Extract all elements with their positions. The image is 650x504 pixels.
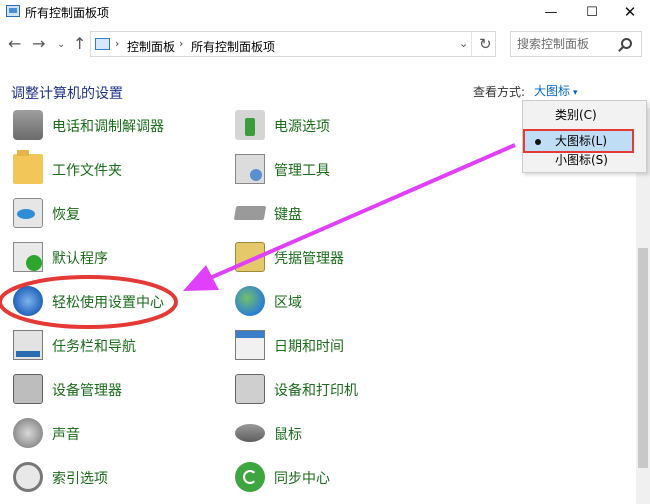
- work-folders-icon: [13, 150, 43, 184]
- recent-locations-icon[interactable]: ⌄: [57, 39, 65, 50]
- item-label[interactable]: 默认程序: [52, 248, 108, 268]
- divider: [471, 32, 472, 56]
- ease-of-access-icon: [13, 286, 43, 316]
- search-icon[interactable]: [621, 38, 632, 49]
- back-arrow-icon[interactable]: ←: [8, 34, 21, 53]
- indexing-icon: [13, 462, 43, 492]
- admin-tools-icon: [235, 154, 265, 184]
- up-arrow-icon[interactable]: ↑: [73, 34, 86, 53]
- item-label[interactable]: 工作文件夹: [52, 160, 122, 180]
- item-label[interactable]: 日期和时间: [274, 336, 344, 356]
- item-label[interactable]: 恢复: [52, 204, 80, 224]
- power-options-icon: [235, 110, 265, 140]
- device-manager-icon: [13, 374, 43, 404]
- view-by-value[interactable]: 大图标: [534, 84, 570, 98]
- annotation-arrow-head-icon: [183, 265, 219, 291]
- page-title: 调整计算机的设置: [11, 86, 123, 102]
- item-label[interactable]: 设备和打印机: [274, 380, 358, 400]
- forward-arrow-icon[interactable]: →: [32, 34, 45, 53]
- refresh-icon[interactable]: ↻: [479, 35, 492, 53]
- item-label[interactable]: 声音: [52, 424, 80, 444]
- breadcrumb-control-panel[interactable]: 控制面板: [127, 38, 175, 55]
- item-label[interactable]: 区域: [274, 292, 302, 312]
- minimize-button[interactable]: —: [529, 0, 573, 24]
- devices-printers-icon: [235, 374, 265, 404]
- taskbar-icon: [13, 330, 43, 360]
- default-programs-icon: [13, 242, 43, 272]
- scrollbar-thumb[interactable]: [638, 248, 648, 468]
- item-label[interactable]: 设备管理器: [52, 380, 122, 400]
- recovery-icon: [13, 198, 43, 228]
- item-label[interactable]: 鼠标: [274, 424, 302, 444]
- item-label[interactable]: 索引选项: [52, 468, 108, 488]
- view-by-label: 查看方式:: [473, 85, 526, 99]
- address-bar[interactable]: › 控制面板 › 所有控制面板项 ⌄ ↻: [90, 31, 496, 57]
- item-label[interactable]: 任务栏和导航: [52, 336, 136, 356]
- item-label[interactable]: 同步中心: [274, 468, 330, 488]
- window-title: 所有控制面板项: [25, 6, 110, 20]
- region-icon: [235, 286, 265, 316]
- credential-manager-icon: [235, 242, 265, 272]
- title-bar: 所有控制面板项 — ☐ ✕: [0, 0, 650, 24]
- navigation-bar: ← → ⌄ ↑ › 控制面板 › 所有控制面板项 ⌄ ↻: [0, 28, 650, 60]
- breadcrumb-separator[interactable]: ›: [179, 37, 183, 50]
- view-by-menu: 类别(C) 大图标(L) 小图标(S): [522, 100, 647, 173]
- search-input[interactable]: [517, 36, 617, 52]
- item-label[interactable]: 管理工具: [274, 160, 330, 180]
- phone-modem-icon: [13, 110, 43, 140]
- item-label[interactable]: 键盘: [274, 204, 302, 224]
- item-label[interactable]: 轻松使用设置中心: [52, 292, 164, 312]
- sound-icon: [13, 418, 43, 448]
- sync-center-icon: [235, 462, 265, 492]
- menu-item-label: 大图标(L): [555, 134, 608, 148]
- breadcrumb-all-items[interactable]: 所有控制面板项: [191, 38, 275, 55]
- close-button[interactable]: ✕: [608, 0, 650, 24]
- control-panel-icon: [6, 5, 20, 17]
- item-label[interactable]: 凭据管理器: [274, 248, 344, 268]
- chevron-down-icon[interactable]: ▾: [573, 88, 578, 98]
- search-box[interactable]: [510, 31, 642, 57]
- keyboard-icon: [233, 206, 267, 220]
- address-dropdown-icon[interactable]: ⌄: [459, 37, 468, 50]
- menu-item-small-icons[interactable]: 小图标(S): [523, 149, 646, 171]
- mouse-icon: [235, 424, 265, 442]
- view-by-dropdown[interactable]: 大图标 ▾: [530, 80, 586, 100]
- menu-item-category[interactable]: 类别(C): [523, 104, 646, 126]
- selected-bullet-icon: [535, 139, 541, 145]
- breadcrumb-separator[interactable]: ›: [115, 37, 119, 50]
- date-time-icon: [235, 330, 265, 360]
- item-label[interactable]: 电源选项: [274, 116, 330, 136]
- control-panel-icon: [95, 38, 110, 50]
- item-label[interactable]: 电话和调制解调器: [52, 116, 164, 136]
